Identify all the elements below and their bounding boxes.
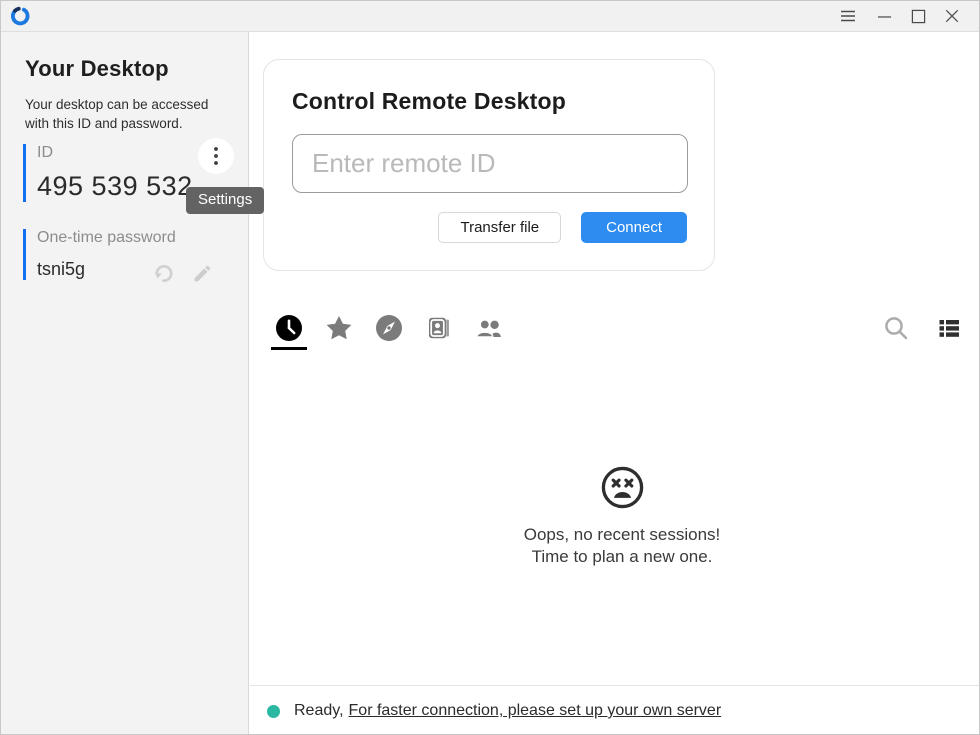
- minimize-icon[interactable]: [869, 3, 899, 29]
- sidebar-title: Your Desktop: [25, 56, 169, 82]
- connection-status-dot: [267, 705, 280, 718]
- remote-id-input[interactable]: [292, 134, 688, 193]
- empty-recent-sessions: Oops, no recent sessions! Time to plan a…: [263, 464, 980, 568]
- statusbar: Ready, For faster connection, please set…: [250, 685, 980, 735]
- titlebar: [1, 1, 979, 32]
- group-icon: [475, 314, 503, 342]
- maximize-icon[interactable]: [903, 3, 933, 29]
- setup-server-link[interactable]: For faster connection, please set up you…: [349, 702, 722, 720]
- rustdesk-logo-icon: [9, 5, 31, 27]
- rustdesk-window: Your Desktop Your desktop can be accesse…: [0, 0, 980, 735]
- search-button[interactable]: [882, 314, 910, 342]
- transfer-file-button[interactable]: Transfer file: [438, 212, 561, 243]
- window-controls: [833, 3, 979, 29]
- edit-pencil-icon: [192, 263, 213, 284]
- control-remote-desktop-card: Control Remote Desktop Transfer file Con…: [263, 59, 715, 271]
- settings-tooltip: Settings: [186, 187, 264, 214]
- clock-icon: [275, 314, 303, 342]
- id-label: ID: [37, 144, 223, 162]
- card-buttons: Transfer file Connect: [438, 212, 687, 243]
- dizzy-face-icon: [599, 464, 646, 511]
- sidebar: Your Desktop Your desktop can be accesse…: [1, 32, 249, 735]
- menu-icon[interactable]: [833, 3, 863, 29]
- card-title: Control Remote Desktop: [292, 88, 566, 115]
- password-label: One-time password: [37, 229, 223, 247]
- tab-discovered[interactable]: [375, 314, 403, 342]
- connect-button[interactable]: Connect: [581, 212, 687, 243]
- list-toolbar: [882, 314, 963, 342]
- tab-recent-sessions[interactable]: [275, 314, 303, 342]
- more-vertical-icon: [213, 146, 219, 166]
- tab-group[interactable]: [475, 314, 503, 342]
- list-view-icon: [935, 314, 963, 342]
- empty-state-line2: Time to plan a new one.: [263, 546, 980, 568]
- refresh-icon: [153, 262, 175, 284]
- view-mode-button[interactable]: [935, 314, 963, 342]
- refresh-password-button[interactable]: [153, 262, 175, 284]
- address-book-icon: [425, 314, 453, 342]
- settings-menu-button[interactable]: [198, 138, 234, 174]
- session-tabs: [275, 312, 963, 344]
- tab-favorites[interactable]: [325, 314, 353, 342]
- edit-password-button[interactable]: [191, 262, 213, 284]
- search-icon: [882, 314, 910, 342]
- status-text: Ready,: [294, 702, 344, 720]
- compass-icon: [375, 314, 403, 342]
- empty-state-line1: Oops, no recent sessions!: [263, 524, 980, 546]
- sidebar-description: Your desktop can be accessed with this I…: [25, 95, 231, 133]
- main-panel: Control Remote Desktop Transfer file Con…: [250, 32, 980, 735]
- tab-address-book[interactable]: [425, 314, 453, 342]
- star-icon: [325, 314, 353, 342]
- close-icon[interactable]: [937, 3, 967, 29]
